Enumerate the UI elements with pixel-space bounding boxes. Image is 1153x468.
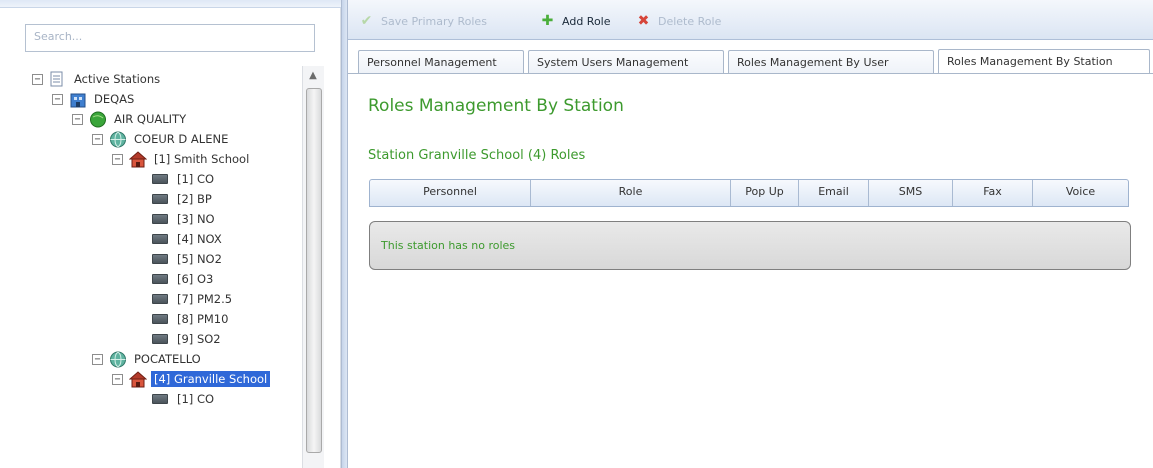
page-title: Roles Management By Station	[368, 96, 624, 116]
sensor-icon	[152, 234, 168, 244]
scroll-up-arrow-icon[interactable]: ▲	[306, 70, 320, 82]
tree-node-sensor[interactable]: [1] CO	[152, 389, 217, 409]
tab-roles-management-by-station[interactable]: Roles Management By Station	[938, 49, 1150, 74]
tab-personnel-management[interactable]: Personnel Management	[358, 50, 524, 74]
navigation-panel: Search... − Active Stations − DEQAS − AI…	[0, 0, 341, 468]
tree-scrollbar[interactable]: ▲	[302, 66, 324, 468]
sensor-icon	[152, 274, 168, 284]
roles-table-header: Personnel Role Pop Up Email SMS Fax Voic…	[369, 179, 1129, 207]
tab-system-users-management[interactable]: System Users Management	[528, 50, 724, 74]
tree-node-label: [5] NO2	[177, 252, 222, 266]
tree-node-label: [1] Smith School	[154, 152, 250, 166]
tree-node-sensor[interactable]: [8] PM10	[152, 309, 231, 329]
city-globe-icon	[109, 131, 127, 148]
tree-node-pocatello[interactable]: − POCATELLO	[92, 349, 204, 369]
add-role-button[interactable]: ✚ Add Role	[541, 13, 611, 29]
tab-bar: Personnel Management System Users Manage…	[348, 44, 1153, 74]
tree-node-label: [7] PM2.5	[177, 292, 233, 306]
panel-header-strip	[0, 0, 341, 8]
tree-node-label: Active Stations	[74, 72, 161, 86]
tree-node-granville-school[interactable]: − [4] Granville School	[112, 369, 271, 389]
tree-node-sensor[interactable]: [4] NOX	[152, 229, 225, 249]
tree-node-label: [3] NO	[177, 212, 215, 226]
collapse-toggle-icon[interactable]: −	[112, 373, 123, 385]
tree-node-label: [9] SO2	[177, 332, 221, 346]
tree-node-sensor[interactable]: [5] NO2	[152, 249, 225, 269]
sensor-icon	[152, 314, 168, 324]
tree-node-label: COEUR D ALENE	[134, 132, 229, 146]
sensor-icon	[152, 214, 168, 224]
sensor-icon	[152, 174, 168, 184]
add-icon: ✚	[541, 13, 554, 29]
green-globe-icon	[89, 111, 107, 128]
tree-node-label: AIR QUALITY	[114, 112, 187, 126]
delete-role-label: Delete Role	[658, 14, 722, 28]
collapse-toggle-icon[interactable]: −	[92, 353, 103, 365]
save-primary-roles-button[interactable]: ✔ Save Primary Roles	[360, 13, 487, 29]
column-header-email[interactable]: Email	[799, 180, 869, 206]
column-header-fax[interactable]: Fax	[953, 180, 1033, 206]
tree-node-label: [1] CO	[177, 172, 215, 186]
tab-label: System Users Management	[537, 56, 689, 69]
save-primary-roles-label: Save Primary Roles	[381, 14, 487, 28]
sensor-icon	[152, 294, 168, 304]
save-icon: ✔	[360, 13, 373, 29]
tree-node-label: [1] CO	[177, 392, 215, 406]
tree-node-label: POCATELLO	[134, 352, 201, 366]
tree-node-sensor[interactable]: [1] CO	[152, 169, 217, 189]
building-icon	[69, 91, 87, 108]
add-role-label: Add Role	[562, 14, 611, 28]
main-content: Roles Management By Station Station Gran…	[348, 74, 1153, 468]
toolbar: ✔ Save Primary Roles ✚ Add Role ✖ Delete…	[348, 0, 1153, 40]
tree-node-label: [4] NOX	[177, 232, 222, 246]
tree-node-label-selected: [4] Granville School	[151, 371, 271, 387]
tree-node-label: [6] O3	[177, 272, 214, 286]
tab-roles-management-by-user[interactable]: Roles Management By User	[728, 50, 934, 74]
tree-node-smith-school[interactable]: − [1] Smith School	[112, 149, 252, 169]
tree-node-label: [2] BP	[177, 192, 212, 206]
panel-splitter[interactable]	[341, 0, 348, 468]
column-header-role[interactable]: Role	[531, 180, 731, 206]
tree-node-sensor[interactable]: [2] BP	[152, 189, 215, 209]
delete-icon: ✖	[637, 13, 650, 29]
collapse-toggle-icon[interactable]: −	[112, 153, 123, 165]
station-roles-heading: Station Granville School (4) Roles	[368, 148, 586, 163]
collapse-toggle-icon[interactable]: −	[92, 133, 103, 145]
column-header-sms[interactable]: SMS	[869, 180, 953, 206]
tab-label: Roles Management By User	[737, 56, 889, 69]
sensor-icon	[152, 334, 168, 344]
tree-node-coeur-d-alene[interactable]: − COEUR D ALENE	[92, 129, 231, 149]
tree-node-sensor[interactable]: [6] O3	[152, 269, 216, 289]
column-header-personnel[interactable]: Personnel	[370, 180, 531, 206]
tab-label: Personnel Management	[367, 56, 497, 69]
delete-role-button[interactable]: ✖ Delete Role	[637, 13, 722, 29]
station-house-icon	[128, 150, 148, 168]
sensor-icon	[152, 194, 168, 204]
station-tree: − Active Stations − DEQAS − AIR QUALITY …	[0, 64, 300, 468]
scrollbar-thumb[interactable]	[306, 88, 322, 453]
empty-state-message: This station has no roles	[369, 221, 1131, 270]
tree-node-label: [8] PM10	[177, 312, 229, 326]
tree-node-sensor[interactable]: [3] NO	[152, 209, 218, 229]
page-icon	[49, 71, 67, 88]
search-input[interactable]: Search...	[25, 24, 315, 52]
column-header-voice[interactable]: Voice	[1033, 180, 1128, 206]
collapse-toggle-icon[interactable]: −	[52, 93, 63, 105]
column-header-pop-up[interactable]: Pop Up	[731, 180, 799, 206]
sensor-icon	[152, 254, 168, 264]
station-house-icon	[128, 370, 148, 388]
collapse-toggle-icon[interactable]: −	[32, 73, 43, 85]
tree-node-deqas[interactable]: − DEQAS	[52, 89, 137, 109]
tree-node-label: DEQAS	[94, 92, 135, 106]
tree-node-sensor[interactable]: [7] PM2.5	[152, 289, 235, 309]
city-globe-icon	[109, 351, 127, 368]
collapse-toggle-icon[interactable]: −	[72, 113, 83, 125]
tab-label: Roles Management By Station	[947, 55, 1113, 68]
tree-node-air-quality[interactable]: − AIR QUALITY	[72, 109, 189, 129]
tree-node-active-stations[interactable]: − Active Stations	[32, 69, 163, 89]
sensor-icon	[152, 394, 168, 404]
tree-node-sensor[interactable]: [9] SO2	[152, 329, 224, 349]
